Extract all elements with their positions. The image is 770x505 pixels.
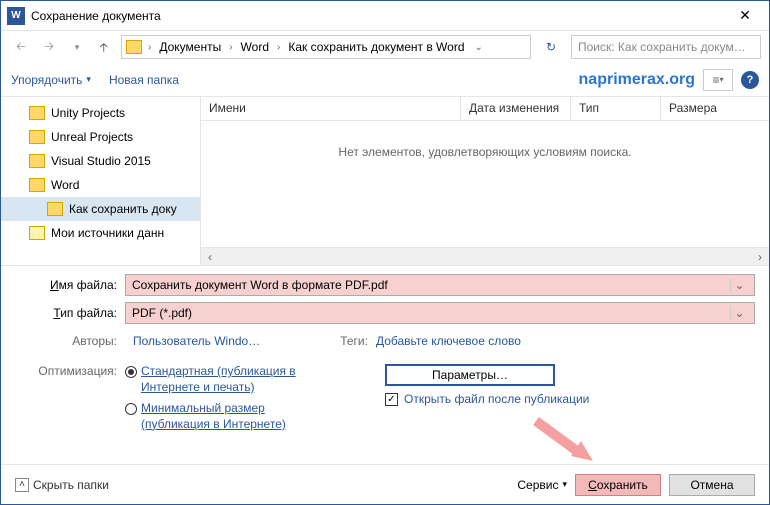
- radio-icon: [125, 366, 137, 378]
- new-folder-button[interactable]: Новая папка: [109, 73, 179, 87]
- up-button[interactable]: 🡢: [93, 35, 117, 59]
- address-bar[interactable]: › Документы › Word › Как сохранить докум…: [121, 35, 531, 59]
- hide-folders-button[interactable]: ˄ Скрыть папки: [15, 478, 109, 492]
- filetype-select[interactable]: PDF (*.pdf)⌄: [125, 302, 755, 324]
- window-title: Сохранение документа: [31, 9, 725, 23]
- tags-value[interactable]: Добавьте ключевое слово: [376, 334, 521, 348]
- forward-button: 🡢: [37, 35, 61, 59]
- folder-icon: [29, 130, 45, 144]
- filename-label: Имя файла:: [15, 278, 125, 292]
- radio-icon: [125, 403, 137, 415]
- chevron-right-icon[interactable]: ›: [144, 42, 155, 53]
- folder-icon: [47, 202, 63, 216]
- breadcrumb[interactable]: Word: [239, 40, 271, 54]
- address-dropdown[interactable]: ⌄: [469, 42, 489, 53]
- breadcrumb[interactable]: Как сохранить документ в Word: [286, 40, 466, 54]
- search-input[interactable]: Поиск: Как сохранить докум…: [571, 35, 761, 59]
- filetype-label: Тип файла:: [15, 306, 125, 320]
- open-after-checkbox[interactable]: ✓ Открыть файл после публикации: [345, 392, 755, 408]
- authors-value[interactable]: Пользователь Windo…: [133, 334, 260, 348]
- folder-icon: [29, 154, 45, 168]
- organize-button[interactable]: Упорядочить ▾: [11, 73, 91, 87]
- tree-item[interactable]: Мои источники данн: [1, 221, 200, 245]
- datasource-icon: [29, 226, 45, 240]
- checkbox-icon: ✓: [385, 393, 398, 406]
- filename-input[interactable]: Сохранить документ Word в формате PDF.pd…: [125, 274, 755, 296]
- cancel-button[interactable]: Отмена: [669, 474, 755, 496]
- tree-item[interactable]: Visual Studio 2015: [1, 149, 200, 173]
- column-header-name[interactable]: Имени: [201, 97, 461, 120]
- horizontal-scrollbar[interactable]: ‹›: [201, 247, 769, 265]
- service-dropdown[interactable]: Сервис ▾: [517, 478, 567, 492]
- save-button[interactable]: Сохранить: [575, 474, 661, 496]
- help-button[interactable]: ?: [741, 71, 759, 89]
- recent-dropdown[interactable]: ▾: [65, 35, 89, 59]
- tree-item[interactable]: Unreal Projects: [1, 125, 200, 149]
- chevron-right-icon[interactable]: ›: [273, 42, 284, 53]
- watermark: naprimerax.org: [579, 71, 695, 89]
- tree-item[interactable]: Word: [1, 173, 200, 197]
- dropdown-icon[interactable]: ⌄: [730, 306, 748, 320]
- empty-list-message: Нет элементов, удовлетворяющих условиям …: [201, 121, 769, 247]
- column-header-type[interactable]: Тип: [571, 97, 661, 120]
- tree-item-selected[interactable]: Как сохранить доку: [1, 197, 200, 221]
- close-button[interactable]: ✕: [725, 2, 765, 30]
- column-header-date[interactable]: Дата изменения: [461, 97, 571, 120]
- radio-standard[interactable]: Стандартная (публикация в Интернете и пе…: [125, 364, 325, 395]
- radio-minimal[interactable]: Минимальный размер (публикация в Интерне…: [125, 401, 325, 432]
- folder-icon: [29, 106, 45, 120]
- view-options-button[interactable]: ≡ ▾: [703, 69, 733, 91]
- chevron-right-icon[interactable]: ›: [225, 42, 236, 53]
- tree-item[interactable]: Unity Projects: [1, 101, 200, 125]
- chevron-up-icon: ˄: [15, 478, 29, 492]
- folder-icon: [126, 40, 142, 54]
- back-button[interactable]: 🡠: [9, 35, 33, 59]
- folder-icon: [29, 178, 45, 192]
- authors-label: Авторы:: [15, 334, 125, 348]
- dropdown-icon[interactable]: ⌄: [730, 278, 748, 292]
- refresh-button[interactable]: ↻: [539, 35, 563, 59]
- word-app-icon: W: [7, 7, 25, 25]
- tags-label: Теги:: [340, 334, 368, 348]
- breadcrumb[interactable]: Документы: [157, 40, 223, 54]
- folder-tree[interactable]: Unity Projects Unreal Projects Visual St…: [1, 97, 201, 265]
- column-header-size[interactable]: Размера: [661, 97, 769, 120]
- parameters-button[interactable]: Параметры…: [385, 364, 555, 386]
- optimize-label: Оптимизация:: [15, 364, 125, 438]
